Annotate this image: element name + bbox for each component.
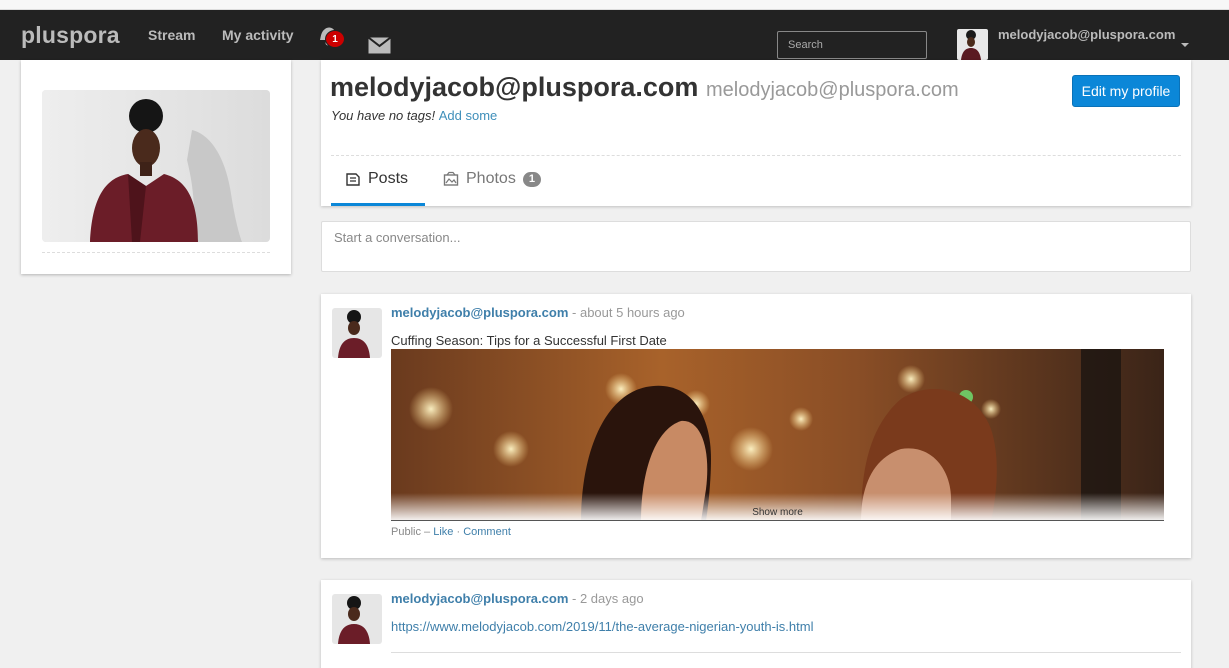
post-url-link[interactable]: https://www.melodyjacob.com/2019/11/the-… [391, 619, 813, 634]
tab-photos[interactable]: Photos 1 [443, 170, 541, 188]
edit-profile-button[interactable]: Edit my profile [1072, 75, 1180, 107]
header-divider [331, 155, 1181, 156]
post-meta: melodyjacob@pluspora.com - 2 days ago [391, 591, 644, 606]
post-separator: - [572, 305, 580, 320]
profile-name: melodyjacob@pluspora.com [330, 72, 699, 102]
like-link[interactable]: Like [433, 526, 453, 538]
profile-header: melodyjacob@pluspora.com melodyjacob@plu… [321, 60, 1191, 206]
post-separator: - [572, 591, 580, 606]
browser-top-strip [0, 0, 1229, 10]
post-author-link[interactable]: melodyjacob@pluspora.com [391, 591, 568, 606]
top-navbar: pluspora Stream My activity 1 melodyjaco… [0, 10, 1229, 60]
composer-placeholder: Start a conversation... [334, 230, 461, 245]
comment-link[interactable]: Comment [463, 526, 511, 538]
nav-stream-link[interactable]: Stream [148, 27, 195, 43]
add-tags-link[interactable]: Add some [439, 108, 498, 123]
nav-my-activity-link[interactable]: My activity [222, 27, 294, 43]
profile-photo [42, 90, 270, 242]
post-text: Cuffing Season: Tips for a Successful Fi… [391, 333, 667, 348]
post-timestamp[interactable]: 2 days ago [580, 591, 644, 606]
post-footer: Public – Like · Comment [391, 526, 511, 538]
notifications-count-badge: 1 [325, 30, 345, 48]
brand-logo[interactable]: pluspora [21, 22, 120, 49]
tab-posts-label: Posts [368, 170, 409, 187]
post-divider [391, 652, 1181, 653]
photos-icon [443, 171, 459, 186]
footer-separator: – [424, 526, 434, 538]
user-menu-name[interactable]: melodyjacob@pluspora.com [998, 27, 1175, 42]
search-input[interactable] [777, 31, 927, 59]
profile-tags-line: You have no tags! Add some [331, 108, 497, 123]
user-menu-caret-icon[interactable] [1181, 43, 1189, 47]
profile-handle: melodyjacob@pluspora.com [706, 79, 959, 101]
post-author-link[interactable]: melodyjacob@pluspora.com [391, 305, 568, 320]
mail-icon[interactable] [368, 37, 391, 54]
photos-count-badge: 1 [522, 171, 541, 187]
profile-sidebar-divider [42, 252, 270, 253]
profile-sidebar-card [21, 60, 291, 274]
post-visibility: Public [391, 526, 421, 538]
stream-post: melodyjacob@pluspora.com - about 5 hours… [321, 294, 1191, 558]
user-avatar[interactable] [957, 29, 988, 60]
show-more-button[interactable]: Show more [391, 493, 1164, 521]
no-tags-text: You have no tags! [331, 108, 436, 123]
posts-icon [346, 173, 360, 186]
tab-photos-label: Photos [466, 170, 516, 187]
stream-post: melodyjacob@pluspora.com - 2 days ago ht… [321, 580, 1191, 668]
post-author-avatar[interactable] [332, 308, 382, 358]
active-tab-indicator [331, 203, 425, 206]
post-meta: melodyjacob@pluspora.com - about 5 hours… [391, 305, 685, 320]
post-author-avatar[interactable] [332, 594, 382, 644]
post-timestamp[interactable]: about 5 hours ago [580, 305, 685, 320]
publisher-composer[interactable]: Start a conversation... [321, 221, 1191, 272]
post-image[interactable]: Show more [391, 349, 1164, 521]
tab-posts[interactable]: Posts [345, 170, 408, 188]
